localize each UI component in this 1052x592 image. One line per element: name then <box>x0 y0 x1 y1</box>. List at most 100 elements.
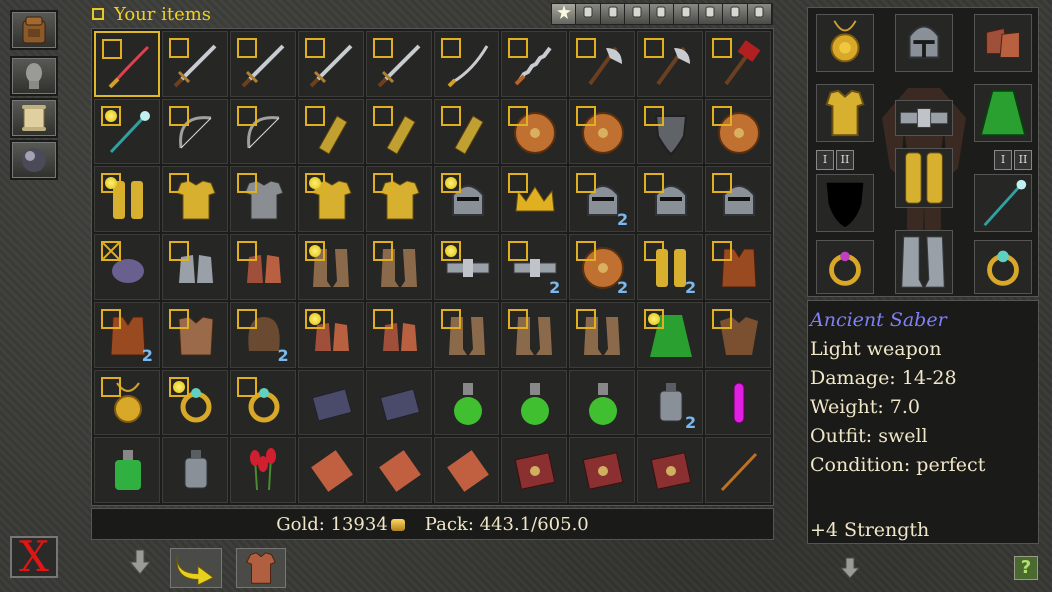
filter-tab-wands[interactable] <box>723 4 748 24</box>
inventory-slot[interactable] <box>705 98 771 165</box>
inventory-slot[interactable] <box>637 301 704 368</box>
ring-left-slot[interactable] <box>816 240 874 294</box>
inventory-slot[interactable] <box>161 234 228 300</box>
inventory-slot[interactable] <box>161 31 228 97</box>
inventory-slot[interactable] <box>501 31 568 97</box>
inventory-slot[interactable] <box>161 166 228 233</box>
weapon-set-2-right[interactable]: II <box>1014 150 1032 170</box>
inventory-slot[interactable] <box>501 301 568 368</box>
item-checkbox[interactable] <box>712 173 733 194</box>
inventory-slot[interactable] <box>501 98 568 165</box>
item-checkbox[interactable] <box>168 241 189 262</box>
inventory-slot[interactable] <box>94 31 160 97</box>
item-checkbox[interactable] <box>168 173 189 194</box>
item-checkbox[interactable] <box>168 376 189 397</box>
item-checkbox[interactable] <box>372 105 393 126</box>
item-checkbox[interactable] <box>508 173 529 194</box>
item-checkbox[interactable] <box>508 308 529 329</box>
item-checkbox[interactable] <box>101 241 121 262</box>
item-checkbox[interactable] <box>576 241 597 262</box>
item-checkbox[interactable] <box>440 38 461 58</box>
inventory-bag-button[interactable] <box>10 10 58 50</box>
inventory-slot[interactable] <box>297 234 364 300</box>
item-checkbox[interactable] <box>101 105 121 126</box>
item-checkbox[interactable] <box>644 241 665 262</box>
item-checkbox[interactable] <box>101 376 121 397</box>
inventory-slot[interactable]: 2 <box>569 234 636 300</box>
inventory-slot[interactable]: 2 <box>637 369 704 436</box>
inventory-slot[interactable] <box>569 437 636 503</box>
inventory-slot[interactable] <box>637 437 704 503</box>
inventory-slot[interactable] <box>297 31 364 97</box>
item-checkbox[interactable] <box>440 105 461 126</box>
inventory-slot[interactable] <box>705 166 771 233</box>
close-button[interactable]: X <box>10 536 58 578</box>
inventory-slot[interactable] <box>229 98 296 165</box>
item-checkbox[interactable] <box>576 308 597 329</box>
inventory-slot[interactable] <box>705 437 771 503</box>
inventory-slot[interactable] <box>94 437 160 503</box>
inventory-slot[interactable] <box>161 98 228 165</box>
inventory-slot[interactable]: 2 <box>637 234 704 300</box>
item-checkbox[interactable] <box>576 173 597 194</box>
inventory-slot[interactable] <box>161 369 228 436</box>
drop-button[interactable] <box>126 548 154 576</box>
select-all-checkbox[interactable] <box>92 8 104 20</box>
item-checkbox[interactable] <box>644 38 665 58</box>
cloak-slot[interactable] <box>974 84 1032 142</box>
inventory-slot[interactable] <box>433 166 500 233</box>
item-checkbox[interactable] <box>102 39 122 59</box>
filter-tab-armor[interactable] <box>600 4 626 24</box>
mainhand-slot[interactable] <box>974 174 1032 232</box>
inventory-slot[interactable] <box>365 234 432 300</box>
weapon-set-1-right[interactable]: I <box>994 150 1012 170</box>
inventory-slot[interactable] <box>229 369 296 436</box>
filter-tab-misc[interactable] <box>747 4 772 24</box>
filter-tab-scrolls[interactable] <box>674 4 699 24</box>
inventory-slot[interactable] <box>94 234 160 300</box>
inventory-slot[interactable] <box>501 369 568 436</box>
inventory-slot[interactable] <box>433 301 500 368</box>
item-checkbox[interactable] <box>304 38 325 58</box>
inventory-slot[interactable] <box>705 301 771 368</box>
inventory-slot[interactable] <box>94 166 160 233</box>
item-checkbox[interactable] <box>372 308 393 329</box>
inventory-slot[interactable] <box>569 369 636 436</box>
item-checkbox[interactable] <box>372 38 393 58</box>
filter-tab-books[interactable] <box>649 4 675 24</box>
inventory-slot[interactable] <box>297 369 364 436</box>
item-checkbox[interactable] <box>644 308 665 329</box>
inventory-slot[interactable] <box>637 31 704 97</box>
item-checkbox[interactable] <box>304 241 325 262</box>
inventory-slot[interactable] <box>161 301 228 368</box>
inventory-slot[interactable] <box>365 166 432 233</box>
item-checkbox[interactable] <box>440 241 461 262</box>
item-checkbox[interactable] <box>101 173 121 194</box>
filter-tab-all-items[interactable] <box>552 4 577 24</box>
inventory-slot[interactable] <box>297 301 364 368</box>
inventory-slot[interactable] <box>433 234 500 300</box>
inventory-slot[interactable] <box>569 31 636 97</box>
head-slot[interactable] <box>895 14 953 72</box>
inventory-slot[interactable] <box>433 369 500 436</box>
inventory-slot[interactable] <box>705 369 771 436</box>
item-checkbox[interactable] <box>304 308 325 329</box>
inventory-slot[interactable] <box>433 31 500 97</box>
filter-tab-rings[interactable] <box>625 4 650 24</box>
inventory-slot[interactable] <box>569 301 636 368</box>
hands-slot[interactable] <box>974 14 1032 72</box>
item-checkbox[interactable] <box>440 308 461 329</box>
inventory-slot[interactable] <box>501 437 568 503</box>
item-checkbox[interactable] <box>508 241 529 262</box>
inventory-slot[interactable] <box>297 437 364 503</box>
inventory-slot[interactable] <box>365 369 432 436</box>
item-checkbox[interactable] <box>236 173 257 194</box>
item-checkbox[interactable] <box>712 241 733 262</box>
info-scroll-button[interactable] <box>838 556 862 580</box>
inventory-slot[interactable] <box>637 166 704 233</box>
weapon-set-2-left[interactable]: II <box>836 150 854 170</box>
inventory-slot[interactable] <box>365 301 432 368</box>
inventory-slot[interactable] <box>433 437 500 503</box>
inventory-slot[interactable] <box>501 166 568 233</box>
legs-slot[interactable] <box>895 148 953 208</box>
